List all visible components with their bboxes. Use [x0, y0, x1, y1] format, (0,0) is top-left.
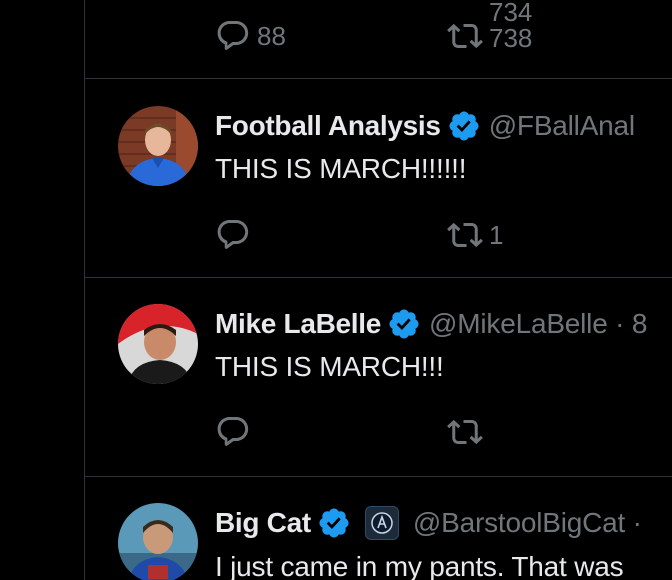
- verified-badge-icon: [449, 111, 479, 141]
- author-name[interactable]: Football Analysis: [215, 110, 441, 142]
- avatar[interactable]: [118, 304, 198, 384]
- verified-badge-icon: [389, 309, 419, 339]
- left-gutter: [0, 0, 84, 580]
- retweet-button[interactable]: 1: [447, 217, 503, 253]
- avatar-photo: [118, 304, 198, 384]
- tweet-text: I just came in my pants. That was: [215, 551, 624, 580]
- author-name[interactable]: Big Cat: [215, 507, 311, 539]
- retweet-button[interactable]: 734 738: [447, 0, 533, 54]
- retweet-icon: [447, 419, 483, 445]
- affiliate-badge-icon[interactable]: [364, 506, 399, 540]
- reply-button[interactable]: [215, 217, 257, 253]
- reply-button[interactable]: 88: [215, 18, 286, 54]
- author-line: Football Analysis @FBallAnal: [215, 106, 635, 146]
- retweet-count-ticker: 734 738: [489, 0, 533, 53]
- reply-icon: [217, 21, 249, 50]
- reply-button[interactable]: [215, 414, 257, 450]
- avatar-photo: [118, 106, 198, 186]
- tweet-text: THIS IS MARCH!!!!!!: [215, 153, 467, 184]
- author-handle[interactable]: @MikeLaBelle · 8: [429, 308, 647, 340]
- retweet-count: 1: [489, 219, 504, 250]
- reply-icon: [217, 220, 249, 249]
- verified-badge-icon: [319, 508, 349, 538]
- tweet-2[interactable]: Football Analysis @FBallAnal THIS IS MAR…: [85, 79, 672, 277]
- retweet-button[interactable]: [447, 414, 489, 450]
- retweet-count-new: 738: [489, 23, 533, 53]
- avatar-photo: [118, 503, 198, 580]
- timeline-feed: 88 734 738 Football Analysis @FBallAnal …: [84, 0, 672, 580]
- author-handle[interactable]: @FBallAnal: [489, 110, 635, 142]
- avatar[interactable]: [118, 106, 198, 186]
- tweet-1[interactable]: 88 734 738: [85, 0, 672, 78]
- author-handle[interactable]: @BarstoolBigCat ·: [413, 507, 642, 539]
- tweet-3[interactable]: Mike LaBelle @MikeLaBelle · 8 THIS IS MA…: [85, 278, 672, 476]
- reply-count: 88: [257, 20, 286, 51]
- author-line: Mike LaBelle @MikeLaBelle · 8: [215, 304, 647, 344]
- author-name[interactable]: Mike LaBelle: [215, 308, 381, 340]
- tweet-4[interactable]: Big Cat @BarstoolBigCat · I just came in…: [85, 477, 672, 580]
- avatar[interactable]: [118, 503, 198, 580]
- retweet-icon: [447, 23, 483, 49]
- author-line: Big Cat @BarstoolBigCat ·: [215, 503, 642, 543]
- tweet-text: THIS IS MARCH!!!: [215, 351, 444, 382]
- reply-icon: [217, 417, 249, 446]
- retweet-count-old: 734: [489, 0, 533, 27]
- retweet-icon: [447, 222, 483, 248]
- barstool-logo-icon: [371, 512, 393, 534]
